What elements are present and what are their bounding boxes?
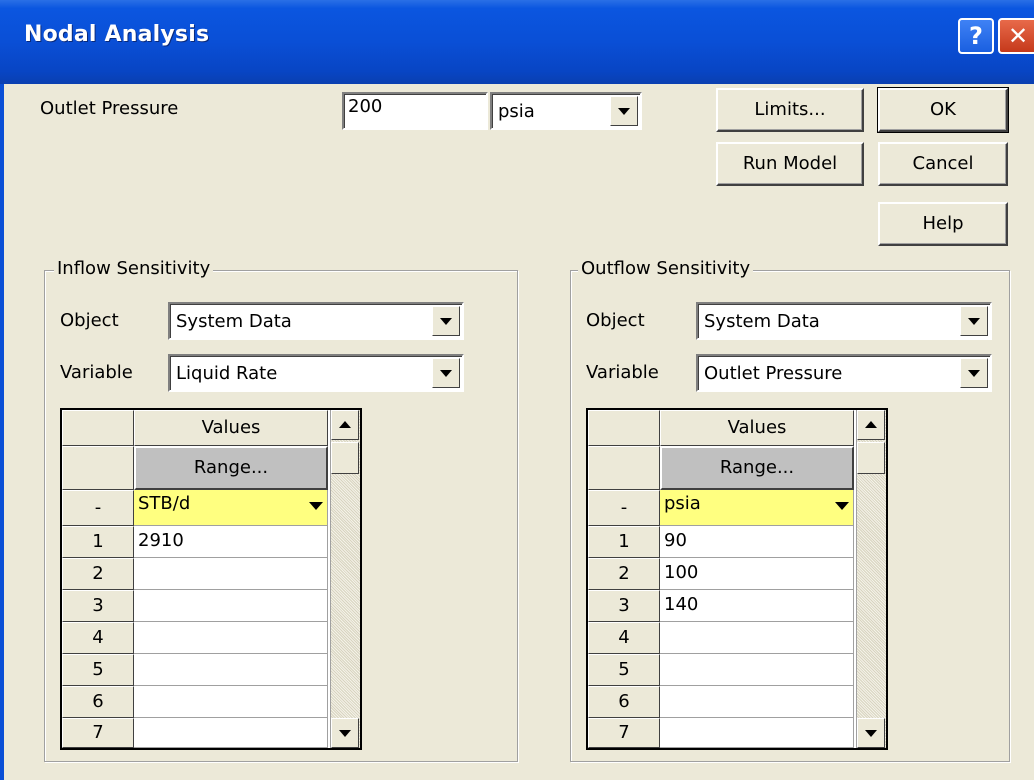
- outlet-pressure-input[interactable]: 200: [342, 92, 488, 130]
- outlet-pressure-label: Outlet Pressure: [40, 98, 179, 119]
- chevron-down-icon[interactable]: [309, 502, 323, 510]
- close-button[interactable]: ✕: [998, 18, 1034, 54]
- scroll-up-icon[interactable]: [857, 410, 885, 440]
- help-title-button[interactable]: ?: [958, 18, 994, 54]
- outflow-object-value: System Data: [704, 311, 820, 332]
- unit-row-label: -: [588, 490, 660, 526]
- chevron-down-icon[interactable]: [960, 306, 988, 336]
- row-number: 6: [588, 686, 660, 718]
- inflow-sensitivity-title: Inflow Sensitivity: [54, 258, 214, 279]
- outflow-unit-select[interactable]: psia: [660, 490, 854, 526]
- chevron-down-icon[interactable]: [432, 358, 460, 388]
- dialog-body: Outlet Pressure 200 psia Limits... OK Ru…: [0, 84, 1034, 780]
- outflow-sensitivity-title: Outflow Sensitivity: [578, 258, 754, 279]
- cancel-button[interactable]: Cancel: [878, 142, 1008, 186]
- inflow-range-button[interactable]: Range...: [134, 446, 328, 490]
- outflow-values-grid[interactable]: Values Range... - psia 1 90 2 100 3 140 …: [586, 408, 888, 750]
- value-cell[interactable]: [134, 622, 328, 654]
- inflow-variable-value: Liquid Rate: [176, 363, 278, 384]
- inflow-unit-select[interactable]: STB/d: [134, 490, 328, 526]
- grid-corner-cell[interactable]: [62, 410, 134, 446]
- row-number: 3: [588, 590, 660, 622]
- inflow-unit-value: STB/d: [138, 493, 191, 514]
- outflow-object-select[interactable]: System Data: [696, 302, 992, 340]
- value-cell[interactable]: [134, 558, 328, 590]
- value-cell[interactable]: [134, 590, 328, 622]
- outflow-object-label: Object: [586, 310, 645, 331]
- value-cell[interactable]: [134, 686, 328, 718]
- outflow-variable-value: Outlet Pressure: [704, 363, 843, 384]
- close-icon: ✕: [1007, 22, 1029, 50]
- value-cell[interactable]: 90: [660, 526, 854, 558]
- ok-button[interactable]: OK: [877, 87, 1009, 133]
- help-button[interactable]: Help: [878, 202, 1008, 246]
- grid-row-header: [62, 446, 134, 490]
- outflow-unit-value: psia: [664, 493, 701, 514]
- chevron-down-icon: [332, 719, 358, 747]
- chevron-down-icon[interactable]: [610, 96, 638, 126]
- values-header[interactable]: Values: [660, 410, 854, 446]
- chevron-down-icon[interactable]: [835, 502, 849, 510]
- row-number: 7: [588, 718, 660, 748]
- outflow-variable-select[interactable]: Outlet Pressure: [696, 354, 992, 392]
- chevron-down-icon[interactable]: [960, 358, 988, 388]
- grid-corner-cell[interactable]: [588, 410, 660, 446]
- outflow-range-button[interactable]: Range...: [660, 446, 854, 490]
- scroll-thumb[interactable]: [331, 442, 359, 474]
- unit-row-label: -: [62, 490, 134, 526]
- row-number: 5: [62, 654, 134, 686]
- row-number: 4: [588, 622, 660, 654]
- inflow-values-grid[interactable]: Values Range... - STB/d 1 2910 2 3 4 5 6…: [60, 408, 362, 750]
- value-cell[interactable]: [660, 686, 854, 718]
- limits-button[interactable]: Limits...: [716, 88, 864, 132]
- values-header[interactable]: Values: [134, 410, 328, 446]
- window-title: Nodal Analysis: [24, 22, 210, 47]
- outlet-unit-select[interactable]: psia: [490, 92, 642, 130]
- grid-row-header: [588, 446, 660, 490]
- row-number: 7: [62, 718, 134, 748]
- row-number: 1: [588, 526, 660, 558]
- scroll-up-icon[interactable]: [331, 410, 359, 440]
- value-cell[interactable]: [134, 654, 328, 686]
- inflow-variable-label: Variable: [60, 362, 133, 383]
- chevron-down-icon[interactable]: [432, 306, 460, 336]
- outflow-scrollbar[interactable]: [856, 410, 886, 748]
- inflow-object-select[interactable]: System Data: [168, 302, 464, 340]
- inflow-object-label: Object: [60, 310, 119, 331]
- value-cell[interactable]: 100: [660, 558, 854, 590]
- outlet-unit-value: psia: [498, 101, 535, 122]
- row-number: 6: [62, 686, 134, 718]
- value-cell[interactable]: [660, 622, 854, 654]
- row-number: 1: [62, 526, 134, 558]
- chevron-down-icon: [858, 719, 884, 747]
- row-number: 4: [62, 622, 134, 654]
- scroll-thumb[interactable]: [857, 442, 885, 474]
- value-cell[interactable]: 140: [660, 590, 854, 622]
- value-cell[interactable]: [660, 654, 854, 686]
- run-model-button[interactable]: Run Model: [716, 142, 864, 186]
- row-number: 2: [588, 558, 660, 590]
- row-number: 2: [62, 558, 134, 590]
- value-cell[interactable]: 2910: [134, 526, 328, 558]
- row-number: 3: [62, 590, 134, 622]
- outflow-variable-label: Variable: [586, 362, 659, 383]
- inflow-scrollbar[interactable]: [330, 410, 360, 748]
- value-cell[interactable]: [134, 718, 328, 748]
- row-number: 5: [588, 654, 660, 686]
- title-bar[interactable]: Nodal Analysis ? ✕: [0, 0, 1034, 84]
- scroll-down-button[interactable]: [857, 718, 885, 748]
- question-icon: ?: [969, 22, 983, 50]
- value-cell[interactable]: [660, 718, 854, 748]
- scroll-down-button[interactable]: [331, 718, 359, 748]
- inflow-object-value: System Data: [176, 311, 292, 332]
- inflow-variable-select[interactable]: Liquid Rate: [168, 354, 464, 392]
